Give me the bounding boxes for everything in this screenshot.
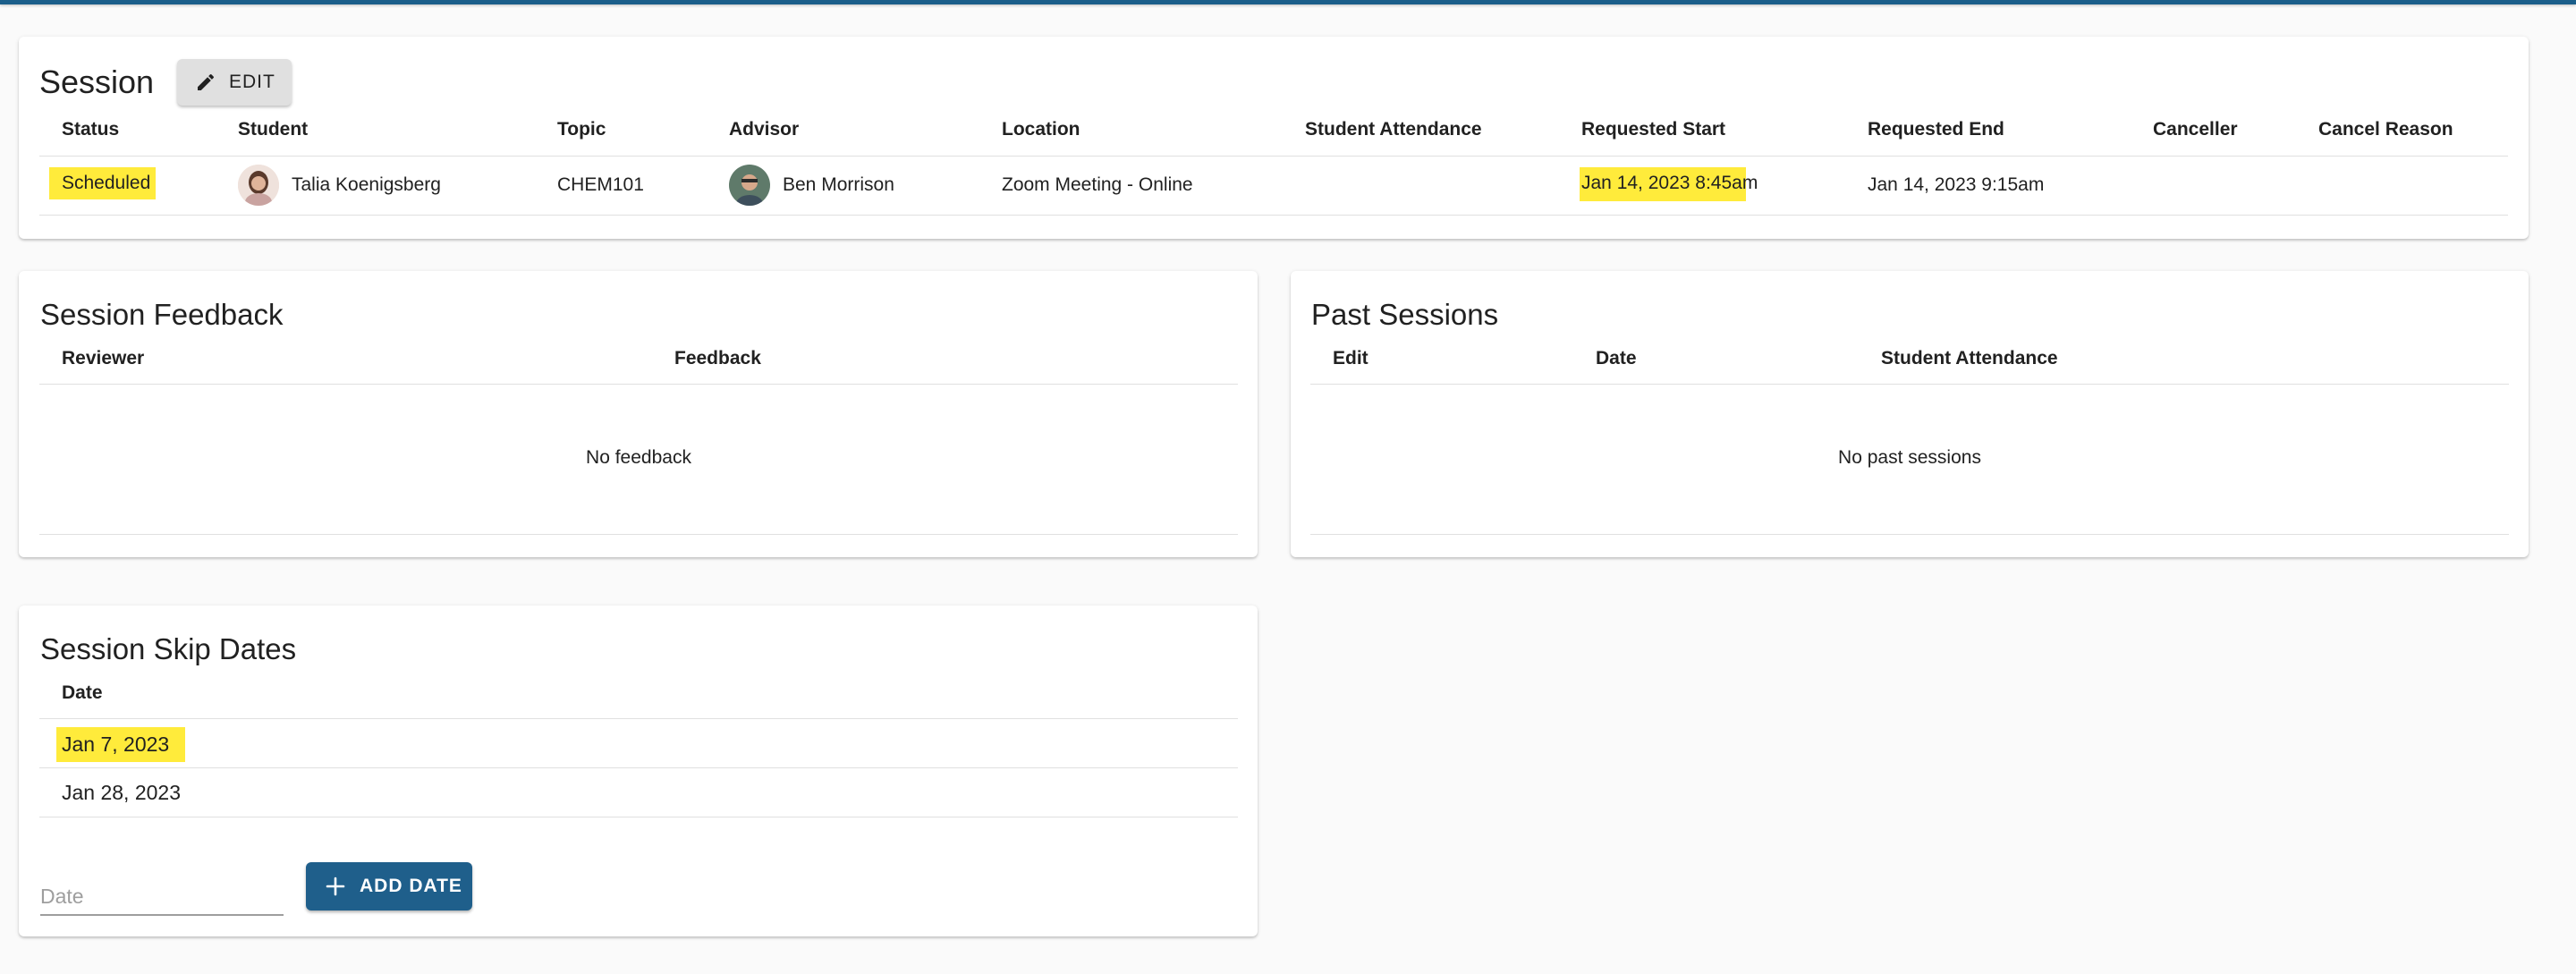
past-sessions-footer-divider bbox=[1310, 534, 2509, 535]
col-student-attendance: Student Attendance bbox=[1305, 119, 1482, 140]
col-past-student-attendance: Student Attendance bbox=[1881, 348, 2058, 368]
col-student: Student bbox=[238, 119, 309, 140]
location-value: Zoom Meeting - Online bbox=[1002, 174, 1193, 195]
add-date-label: ADD DATE bbox=[360, 876, 462, 896]
col-feedback: Feedback bbox=[674, 348, 761, 368]
row-divider bbox=[39, 215, 2508, 216]
feedback-header-divider bbox=[39, 384, 1238, 385]
col-status: Status bbox=[62, 119, 120, 140]
header-divider bbox=[39, 156, 2508, 157]
add-date-button[interactable]: ADD DATE bbox=[306, 862, 472, 910]
col-edit: Edit bbox=[1333, 348, 1368, 368]
student-avatar bbox=[238, 165, 279, 206]
advisor-name: Ben Morrison bbox=[783, 174, 894, 195]
col-skip-date: Date bbox=[62, 682, 103, 703]
skip-date-row-divider bbox=[39, 767, 1238, 768]
session-card: Session EDIT Status Student Topic Adviso… bbox=[19, 37, 2529, 239]
skip-dates-title: Session Skip Dates bbox=[40, 632, 297, 665]
topic-value: CHEM101 bbox=[557, 174, 644, 195]
edit-label: EDIT bbox=[229, 72, 275, 92]
skip-dates-header-divider bbox=[39, 718, 1238, 719]
skip-date-input[interactable] bbox=[40, 878, 284, 916]
col-reviewer: Reviewer bbox=[62, 348, 145, 368]
col-location: Location bbox=[1002, 119, 1080, 140]
student-name: Talia Koenigsberg bbox=[292, 174, 441, 195]
col-canceller: Canceller bbox=[2153, 119, 2238, 140]
advisor-avatar bbox=[729, 165, 770, 206]
session-title: Session bbox=[39, 64, 155, 100]
past-sessions-title: Past Sessions bbox=[1311, 298, 1499, 331]
feedback-card: Session Feedback Reviewer Feedback No fe… bbox=[19, 271, 1258, 557]
col-cancel-reason: Cancel Reason bbox=[2318, 119, 2453, 140]
requested-end-value: Jan 14, 2023 9:15am bbox=[1868, 174, 2045, 195]
skip-date-row: Jan 28, 2023 bbox=[62, 781, 182, 804]
col-requested-start: Requested Start bbox=[1581, 119, 1726, 140]
edit-session-button[interactable]: EDIT bbox=[177, 59, 292, 106]
past-sessions-header-divider bbox=[1310, 384, 2509, 385]
col-topic: Topic bbox=[557, 119, 606, 140]
status-badge: Scheduled bbox=[49, 167, 157, 199]
col-requested-end: Requested End bbox=[1868, 119, 2004, 140]
pencil-icon bbox=[198, 73, 215, 90]
col-advisor: Advisor bbox=[729, 119, 800, 140]
feedback-title: Session Feedback bbox=[40, 298, 284, 331]
skip-date-row: Jan 7, 2023 bbox=[56, 727, 186, 762]
top-app-bar-edge bbox=[0, 0, 2576, 4]
past-sessions-empty-message: No past sessions bbox=[1838, 447, 1981, 468]
past-sessions-card: Past Sessions Edit Date Student Attendan… bbox=[1291, 271, 2529, 557]
requested-start-value: Jan 14, 2023 8:45am bbox=[1580, 167, 1758, 201]
feedback-empty-message: No feedback bbox=[586, 447, 691, 468]
col-date: Date bbox=[1596, 348, 1637, 368]
feedback-footer-divider bbox=[39, 534, 1238, 535]
plus-icon bbox=[326, 877, 345, 896]
